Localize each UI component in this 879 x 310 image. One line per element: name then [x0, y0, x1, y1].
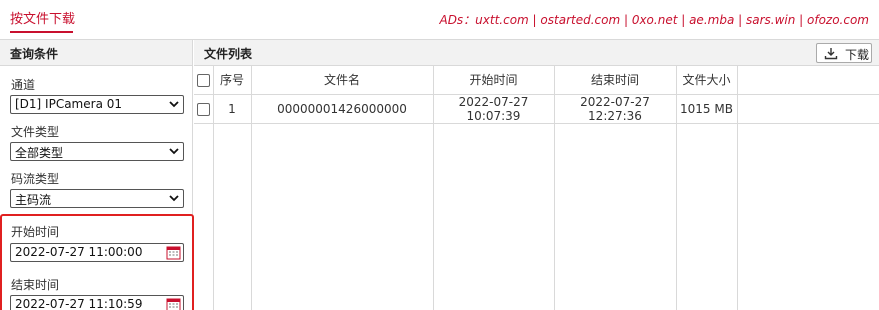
channel-label: 通道	[11, 78, 36, 92]
end-time-value: 2022-07-27 11:10:59	[15, 297, 143, 310]
table-cell: 1015 MB	[676, 94, 738, 123]
select-all-checkbox[interactable]	[196, 73, 210, 87]
ads-text: ADs：uxtt.com | ostarted.com | 0xo.net | …	[439, 13, 869, 27]
table-cell: 2022-07-27 12:27:36	[554, 94, 677, 123]
file-list-title: 文件列表	[204, 47, 253, 61]
search-conditions-panel: 查询条件 通道 [D1] IPCamera 01 文件类型 全部类型 码流类型 …	[0, 40, 194, 310]
channel-select-value: [D1] IPCamera 01	[15, 97, 123, 111]
column-header: 开始时间	[433, 66, 555, 94]
stream-type-select-value: 主码流	[15, 193, 52, 207]
channel-select[interactable]: [D1] IPCamera 01	[10, 95, 184, 114]
row-select-cell	[194, 94, 214, 123]
chevron-down-icon	[169, 148, 179, 155]
stream-type-label: 码流类型	[11, 172, 60, 186]
column-header-empty	[737, 66, 879, 94]
table-empty-area	[194, 123, 879, 310]
table-cell: 00000001426000000	[251, 94, 434, 123]
table-cell-empty	[737, 94, 879, 123]
chevron-down-icon	[169, 195, 179, 202]
start-time-value: 2022-07-27 11:00:00	[15, 245, 143, 259]
end-time-label: 结束时间	[11, 278, 60, 292]
search-conditions-title: 查询条件	[0, 40, 192, 66]
start-time-label: 开始时间	[11, 225, 60, 239]
row-checkbox[interactable]	[196, 102, 210, 116]
tab-download-by-file[interactable]: 按文件下载	[10, 8, 75, 27]
file-type-label: 文件类型	[11, 125, 60, 139]
download-icon	[824, 48, 838, 60]
select-all-cell	[194, 66, 214, 94]
file-type-select-value: 全部类型	[15, 146, 64, 160]
file-list-panel: 文件列表 下载 序号 文件名 开始时间 结束时间 文件大小 1 00000001…	[194, 40, 879, 310]
file-list-header: 文件列表 下载	[194, 40, 879, 66]
calendar-icon[interactable]	[166, 297, 181, 310]
table-cell: 1	[213, 94, 252, 123]
column-header: 文件名	[251, 66, 434, 94]
active-tab-indicator	[10, 31, 73, 33]
download-button[interactable]: 下载	[816, 43, 872, 63]
column-header: 结束时间	[554, 66, 677, 94]
download-button-label: 下载	[845, 48, 870, 62]
calendar-icon[interactable]	[166, 245, 181, 260]
table-header-row: 序号 文件名 开始时间 结束时间 文件大小	[194, 66, 879, 94]
top-bar: 按文件下载 ADs：uxtt.com | ostarted.com | 0xo.…	[0, 0, 879, 40]
end-time-input[interactable]: 2022-07-27 11:10:59	[10, 295, 184, 310]
table-row[interactable]: 1 00000001426000000 2022-07-27 10:07:39 …	[194, 94, 879, 123]
file-type-select[interactable]: 全部类型	[10, 142, 184, 161]
start-time-input[interactable]: 2022-07-27 11:00:00	[10, 243, 184, 262]
file-table: 序号 文件名 开始时间 结束时间 文件大小 1 0000000142600000…	[194, 66, 879, 310]
table-cell: 2022-07-27 10:07:39	[433, 94, 555, 123]
chevron-down-icon	[169, 101, 179, 108]
column-header: 文件大小	[676, 66, 738, 94]
column-header: 序号	[213, 66, 252, 94]
stream-type-select[interactable]: 主码流	[10, 189, 184, 208]
